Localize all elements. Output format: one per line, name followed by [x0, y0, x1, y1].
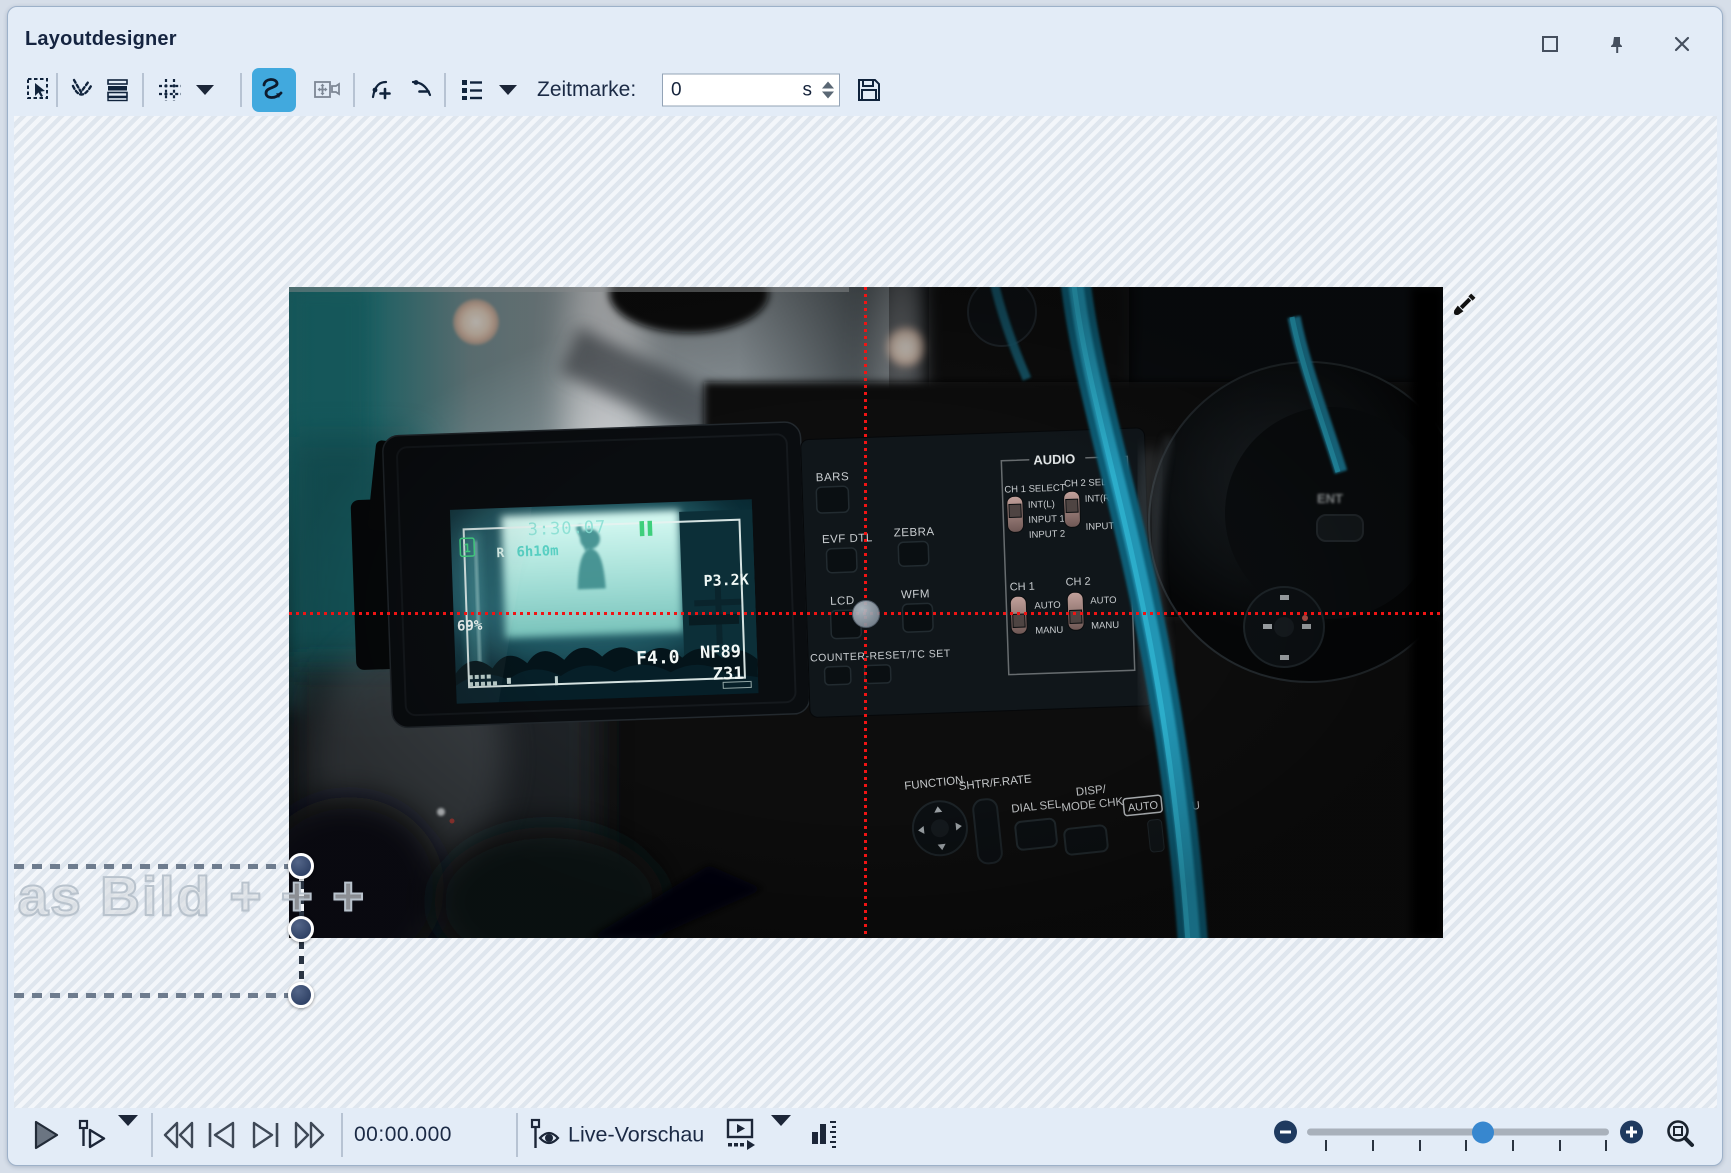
play-button[interactable]: [30, 1119, 62, 1151]
grid-tool-icon: [157, 77, 183, 103]
toolbar-separator: [353, 73, 355, 107]
window-title: Layoutdesigner: [25, 28, 177, 51]
chevron-down-icon: [118, 1115, 138, 1143]
zoom-in-icon: [1625, 1126, 1638, 1139]
rewind-button[interactable]: [161, 1119, 197, 1151]
zoom-out-button[interactable]: [1274, 1121, 1297, 1144]
bottombar-separator: [151, 1113, 153, 1157]
play-icon: [30, 1119, 62, 1151]
add-curve-point-tool-button[interactable]: [363, 71, 401, 109]
save-icon: [855, 76, 883, 104]
previous-frame-icon: [205, 1119, 239, 1151]
display-mode-button[interactable]: [723, 1118, 759, 1152]
zoom-fit-icon: [1664, 1118, 1698, 1152]
preview-quality-icon: [808, 1118, 840, 1152]
preview-quality-button[interactable]: [808, 1118, 840, 1152]
timestamp: 00:00.000: [354, 1123, 452, 1147]
selection-handle-middle-right[interactable]: [288, 916, 314, 942]
selection-bottom-edge[interactable]: [14, 993, 302, 998]
zeitmarke-value: 0: [671, 79, 803, 101]
camera-pan-tool-button[interactable]: [308, 71, 346, 109]
zoom-slider-ticks: [1307, 1140, 1609, 1152]
toolbar-separator: [240, 73, 242, 107]
selection-handle-top-right[interactable]: [288, 853, 314, 879]
camera-pan-tool-icon: [313, 77, 341, 103]
bottombar-separator: [516, 1113, 518, 1157]
list-options-dropdown[interactable]: [497, 71, 519, 109]
display-mode-icon: [723, 1118, 759, 1152]
add-curve-point-tool-icon: [369, 77, 395, 103]
zoom-out-icon: [1279, 1126, 1292, 1139]
draw-curve-tool-icon: [259, 75, 289, 105]
pin-button[interactable]: [1605, 33, 1627, 55]
zeitmarke-spinner: [822, 82, 834, 99]
zoom-slider-track[interactable]: [1307, 1129, 1609, 1136]
list-options-tool-button[interactable]: [453, 71, 491, 109]
display-mode-dropdown[interactable]: [771, 1126, 791, 1144]
bottombar-separator: [341, 1113, 343, 1157]
layoutdesigner-window: Layoutdesigner: [7, 6, 1723, 1166]
remove-curve-point-tool-button[interactable]: [403, 71, 441, 109]
forward-button[interactable]: [291, 1119, 327, 1151]
selection-handle-bottom-right[interactable]: [288, 982, 314, 1008]
rewind-icon: [161, 1119, 197, 1151]
bottom-bar: 00:00.000 Live-Vorschau: [8, 1109, 1722, 1161]
zoom-fit-button[interactable]: [1664, 1118, 1698, 1152]
live-preview-eye-icon: [529, 1118, 563, 1152]
zeitmarke-unit: s: [803, 79, 813, 101]
select-tool-button[interactable]: [20, 71, 58, 109]
zoom-in-button[interactable]: [1620, 1121, 1643, 1144]
window-controls: [1539, 33, 1693, 55]
toolbar-separator: [56, 73, 58, 107]
toolbar-separator: [444, 73, 446, 107]
layer-stack-tool-button[interactable]: [99, 71, 137, 109]
zeitmarke-label: Zeitmarke:: [537, 78, 636, 102]
next-frame-icon: [248, 1119, 282, 1151]
draw-curve-tool-button[interactable]: [252, 68, 296, 112]
zeitmarke-input[interactable]: 0 s: [662, 74, 840, 107]
chevron-down-icon: [196, 85, 214, 95]
grid-tool-dropdown[interactable]: [194, 71, 216, 109]
close-icon: [1672, 34, 1692, 54]
titlebar: Layoutdesigner: [8, 7, 1722, 63]
maximize-button[interactable]: [1539, 33, 1561, 55]
chevron-down-icon: [499, 85, 517, 95]
remove-curve-point-tool-icon: [409, 77, 435, 103]
curve-select-tool-button[interactable]: [64, 71, 102, 109]
close-button[interactable]: [1671, 33, 1693, 55]
play-from-marker-button[interactable]: [78, 1119, 112, 1151]
text-object[interactable]: Das Bild + + +: [14, 864, 366, 928]
live-preview-toggle[interactable]: [529, 1118, 563, 1152]
layout-canvas[interactable]: 1 3:30.07 R 6h10m P3.2K 69% F4.0 NF89 Z3…: [14, 116, 1717, 1108]
chevron-down-icon: [771, 1115, 791, 1143]
save-button[interactable]: [850, 71, 888, 109]
spin-up-icon[interactable]: [822, 82, 834, 89]
curve-select-tool-icon: [70, 77, 96, 103]
play-from-marker-icon: [78, 1119, 112, 1151]
live-preview-label: Live-Vorschau: [568, 1123, 704, 1148]
layer-stack-tool-icon: [105, 77, 131, 103]
toolbar: Zeitmarke: 0 s: [8, 64, 1722, 116]
forward-icon: [291, 1119, 327, 1151]
select-tool-icon: [26, 77, 52, 103]
play-options-dropdown[interactable]: [118, 1126, 138, 1144]
previous-frame-button[interactable]: [205, 1119, 239, 1151]
toolbar-separator: [142, 73, 144, 107]
spin-down-icon[interactable]: [822, 92, 834, 99]
next-frame-button[interactable]: [248, 1119, 282, 1151]
pin-icon: [1606, 34, 1626, 54]
maximize-icon: [1540, 34, 1560, 54]
center-handle[interactable]: [852, 600, 880, 628]
list-options-tool-icon: [459, 77, 485, 103]
grid-tool-button[interactable]: [151, 71, 189, 109]
brush-cursor-icon: [1444, 289, 1480, 325]
